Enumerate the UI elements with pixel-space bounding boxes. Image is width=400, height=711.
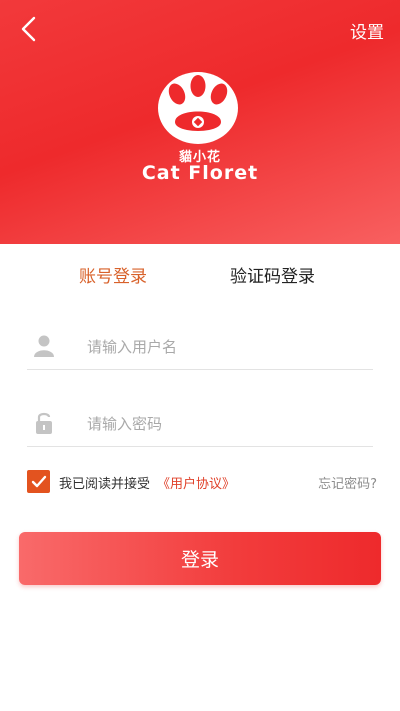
- password-field-row: [27, 401, 373, 447]
- header: 设置 貓小花 Cat Floret: [0, 0, 400, 244]
- username-input[interactable]: [87, 334, 357, 360]
- user-agreement-link[interactable]: 《用户协议》: [157, 473, 235, 492]
- login-tabs: 账号登录 验证码登录: [0, 262, 400, 288]
- user-icon: [34, 335, 54, 357]
- check-icon: [31, 475, 46, 487]
- agreement-checkbox[interactable]: [27, 470, 50, 493]
- settings-button[interactable]: 设置: [350, 18, 384, 43]
- paw-icon: [158, 72, 238, 144]
- brand-name-en: Cat Floret: [141, 162, 259, 184]
- tab-code-login[interactable]: 验证码登录: [230, 262, 315, 287]
- forgot-password-link[interactable]: 忘记密码?: [318, 473, 377, 492]
- lock-icon: [36, 412, 52, 434]
- password-input[interactable]: [87, 411, 357, 437]
- agreement-row: 我已阅读并接受 《用户协议》 忘记密码?: [27, 470, 377, 494]
- tab-account-login[interactable]: 账号登录: [79, 262, 147, 287]
- login-button[interactable]: 登录: [19, 532, 381, 585]
- agreement-text: 我已阅读并接受: [59, 477, 151, 492]
- back-button[interactable]: [14, 14, 44, 44]
- username-field-row: [27, 324, 373, 370]
- chevron-left-icon: [21, 16, 36, 42]
